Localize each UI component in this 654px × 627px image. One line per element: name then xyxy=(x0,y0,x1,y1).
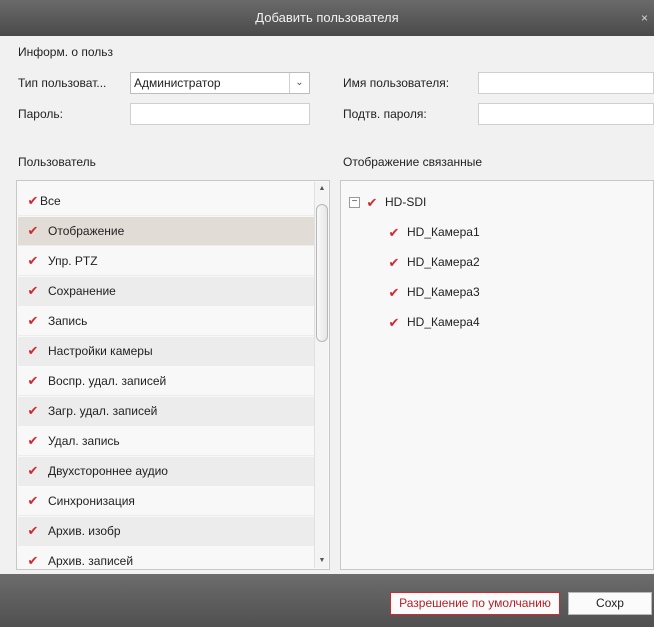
checkmark-icon[interactable]: ✔ xyxy=(387,226,401,240)
tree-node-camera-1[interactable]: ✔ HD_Камера1 xyxy=(371,223,631,243)
default-permission-button[interactable]: Разрешение по умолчанию xyxy=(390,592,560,615)
permission-list: ✔ Все ✔ Отображение ✔ Упр. PTZ ✔ Сохране… xyxy=(16,180,330,570)
checkmark-icon[interactable]: ✔ xyxy=(26,254,40,268)
username-label: Имя пользователя: xyxy=(343,76,450,90)
scroll-up-icon[interactable]: ▲ xyxy=(315,182,329,196)
permission-row-ptz[interactable]: ✔ Упр. PTZ xyxy=(18,247,314,276)
permission-label: Двухстороннее аудио xyxy=(48,464,168,478)
checkmark-icon[interactable]: ✔ xyxy=(26,464,40,478)
permission-row-delete-record[interactable]: ✔ Удал. запись xyxy=(18,427,314,456)
checkmark-icon[interactable]: ✔ xyxy=(365,196,379,210)
permission-label: Архив. изобр xyxy=(48,524,121,538)
tree-node-camera-3[interactable]: ✔ HD_Камера3 xyxy=(371,283,631,303)
minus-icon[interactable]: − xyxy=(349,197,360,208)
tree-node-label: HD_Камера4 xyxy=(407,315,480,329)
permission-label: Удал. запись xyxy=(48,434,120,448)
resources-header: Отображение связанные xyxy=(343,155,483,169)
permission-scrollbar[interactable]: ▲ ▼ xyxy=(314,182,328,568)
checkmark-icon[interactable]: ✔ xyxy=(26,224,40,238)
info-section-label: Информ. о польз xyxy=(18,45,114,59)
dialog-titlebar: Добавить пользователя × xyxy=(0,0,654,36)
checkmark-icon[interactable]: ✔ xyxy=(26,374,40,388)
confirm-password-label: Подтв. пароля: xyxy=(343,107,427,121)
permission-label: Упр. PTZ xyxy=(48,254,98,268)
checkmark-icon[interactable]: ✔ xyxy=(26,344,40,358)
scroll-thumb[interactable] xyxy=(316,204,328,342)
permissions-header: Пользователь xyxy=(18,155,96,169)
checkmark-icon[interactable]: ✔ xyxy=(26,314,40,328)
checkmark-icon[interactable]: ✔ xyxy=(26,404,40,418)
tree-node-hd-sdi[interactable]: − ✔ HD-SDI xyxy=(349,193,639,213)
checkmark-icon[interactable]: ✔ xyxy=(26,524,40,538)
checkmark-icon[interactable]: ✔ xyxy=(26,194,40,208)
permission-row-image-archive[interactable]: ✔ Архив. изобр xyxy=(18,517,314,546)
permission-label: Запись xyxy=(48,314,88,328)
permission-row-display[interactable]: ✔ Отображение xyxy=(18,217,314,246)
dialog-footer: Разрешение по умолчанию Сохр xyxy=(0,574,654,627)
checkmark-icon[interactable]: ✔ xyxy=(387,316,401,330)
user-type-value: Администратор xyxy=(134,76,221,90)
tree-node-label: HD_Камера2 xyxy=(407,255,480,269)
permission-row-two-way-audio[interactable]: ✔ Двухстороннее аудио xyxy=(18,457,314,486)
permission-label: Воспр. удал. записей xyxy=(48,374,167,388)
permission-label: Загр. удал. записей xyxy=(48,404,158,418)
password-field[interactable] xyxy=(130,103,310,125)
resource-tree: − ✔ HD-SDI ✔ HD_Камера1 ✔ HD_Камера2 ✔ H… xyxy=(340,180,654,570)
permission-label: Синхронизация xyxy=(48,494,135,508)
save-button[interactable]: Сохр xyxy=(568,592,652,615)
permission-label: Все xyxy=(40,194,61,208)
checkmark-icon[interactable]: ✔ xyxy=(387,256,401,270)
checkmark-icon[interactable]: ✔ xyxy=(387,286,401,300)
checkmark-icon[interactable]: ✔ xyxy=(26,284,40,298)
permission-label: Настройки камеры xyxy=(48,344,153,358)
scroll-down-icon[interactable]: ▼ xyxy=(315,554,329,568)
chevron-down-icon[interactable]: ⌄ xyxy=(289,73,309,93)
permission-row-all[interactable]: ✔ Все xyxy=(18,187,314,216)
close-icon[interactable]: × xyxy=(641,0,648,36)
tree-node-label: HD_Камера3 xyxy=(407,285,480,299)
permission-row-record-archive[interactable]: ✔ Архив. записей xyxy=(18,547,314,569)
tree-node-label: HD-SDI xyxy=(385,195,427,209)
tree-node-camera-4[interactable]: ✔ HD_Камера4 xyxy=(371,313,631,333)
password-label: Пароль: xyxy=(18,107,63,121)
tree-node-camera-2[interactable]: ✔ HD_Камера2 xyxy=(371,253,631,273)
checkmark-icon[interactable]: ✔ xyxy=(26,554,40,568)
username-field[interactable] xyxy=(478,72,654,94)
permission-label: Отображение xyxy=(48,224,125,238)
permission-row-record[interactable]: ✔ Запись xyxy=(18,307,314,336)
user-type-select[interactable]: Администратор ⌄ xyxy=(130,72,310,94)
checkmark-icon[interactable]: ✔ xyxy=(26,494,40,508)
permission-row-sync[interactable]: ✔ Синхронизация xyxy=(18,487,314,516)
permission-label: Сохранение xyxy=(48,284,116,298)
user-type-label: Тип пользоват... xyxy=(18,76,107,90)
confirm-password-field[interactable] xyxy=(478,103,654,125)
checkmark-icon[interactable]: ✔ xyxy=(26,434,40,448)
permission-label: Архив. записей xyxy=(48,554,134,568)
permission-row-remote-download[interactable]: ✔ Загр. удал. записей xyxy=(18,397,314,426)
permission-row-remote-playback[interactable]: ✔ Воспр. удал. записей xyxy=(18,367,314,396)
dialog-title: Добавить пользователя xyxy=(255,10,399,25)
permission-row-camera-settings[interactable]: ✔ Настройки камеры xyxy=(18,337,314,366)
tree-node-label: HD_Камера1 xyxy=(407,225,480,239)
permission-row-save[interactable]: ✔ Сохранение xyxy=(18,277,314,306)
